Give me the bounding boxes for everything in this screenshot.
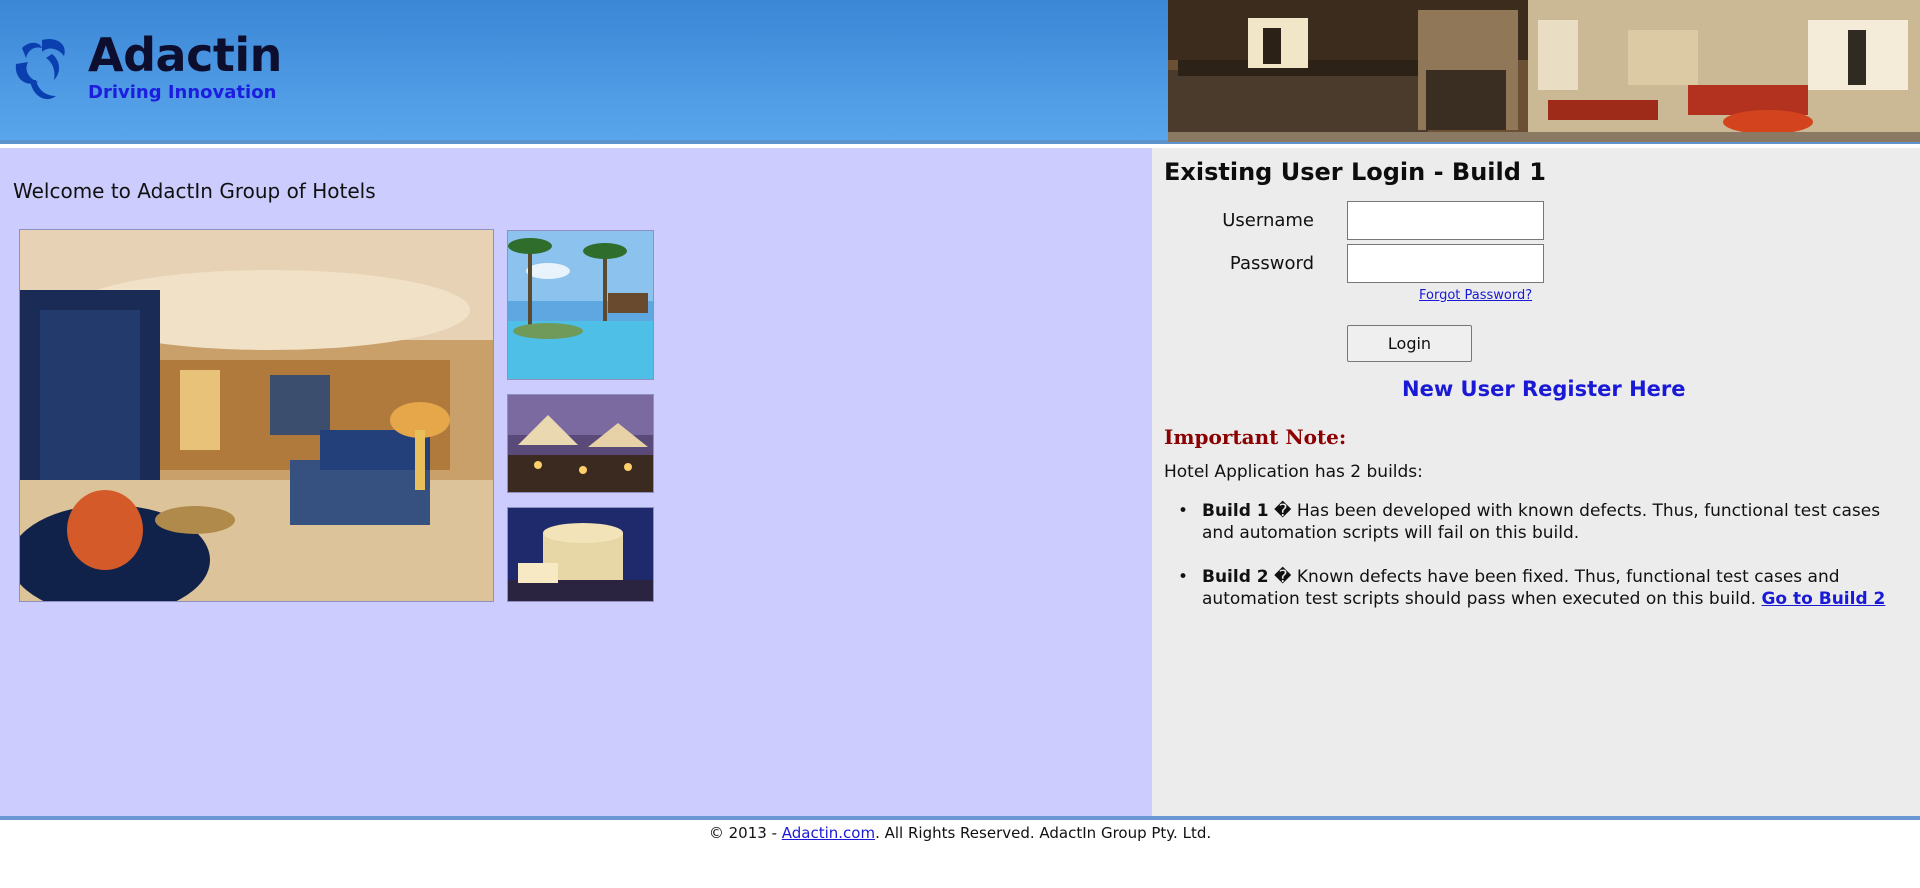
logo-swirl-icon xyxy=(15,38,65,100)
build-separator: � xyxy=(1268,501,1297,521)
welcome-panel: Welcome to AdactIn Group of Hotels xyxy=(0,148,1152,816)
hotel-suite-photo xyxy=(19,229,494,602)
logo-tagline: Driving Innovation xyxy=(88,82,277,103)
adactin-logo: Adactin Driving Innovation xyxy=(12,28,302,110)
build-separator: � xyxy=(1268,567,1297,587)
footer-copyright-prefix: © 2013 - xyxy=(708,824,782,842)
hotel-lobby-banner-image xyxy=(1168,0,1920,142)
footer-divider xyxy=(0,816,1920,820)
username-label: Username xyxy=(1222,210,1314,231)
header-banner: Adactin Driving Innovation xyxy=(0,0,1920,144)
welcome-heading: Welcome to AdactIn Group of Hotels xyxy=(13,179,376,203)
footer-copyright-suffix: . All Rights Reserved. AdactIn Group Pty… xyxy=(875,824,1212,842)
login-title: Existing User Login - Build 1 xyxy=(1164,158,1546,186)
build-list: • Build 1 � Has been developed with know… xyxy=(1164,500,1912,632)
login-button[interactable]: Login xyxy=(1347,325,1472,362)
bullet-icon: • xyxy=(1178,501,1189,521)
password-label: Password xyxy=(1229,253,1314,274)
hotel-exterior-night-photo xyxy=(507,507,654,602)
password-input[interactable] xyxy=(1347,244,1544,283)
username-input[interactable] xyxy=(1347,201,1544,240)
logo-name: Adactin xyxy=(88,28,282,82)
go-to-build-2-link[interactable]: Go to Build 2 xyxy=(1761,589,1885,609)
register-link[interactable]: New User Register Here xyxy=(1402,377,1686,401)
build-item-2: • Build 2 � Known defects have been fixe… xyxy=(1164,566,1912,610)
resort-pool-photo xyxy=(507,230,654,380)
bullet-icon: • xyxy=(1178,567,1189,587)
footer: © 2013 - Adactin.com. All Rights Reserve… xyxy=(0,824,1920,842)
build-description: Has been developed with known defects. T… xyxy=(1202,501,1881,543)
footer-adactin-link[interactable]: Adactin.com xyxy=(782,824,875,842)
build-item-1: • Build 1 � Has been developed with know… xyxy=(1164,500,1912,544)
important-note-title: Important Note: xyxy=(1164,425,1347,449)
login-panel: Existing User Login - Build 1 Username P… xyxy=(1152,148,1920,816)
build-name: Build 1 xyxy=(1202,501,1269,521)
build-description: Known defects have been fixed. Thus, fun… xyxy=(1202,567,1840,609)
forgot-password-link[interactable]: Forgot Password? xyxy=(1419,288,1532,303)
build-name: Build 2 xyxy=(1202,567,1269,587)
resort-tents-evening-photo xyxy=(507,394,654,493)
important-note-intro: Hotel Application has 2 builds: xyxy=(1164,462,1423,482)
